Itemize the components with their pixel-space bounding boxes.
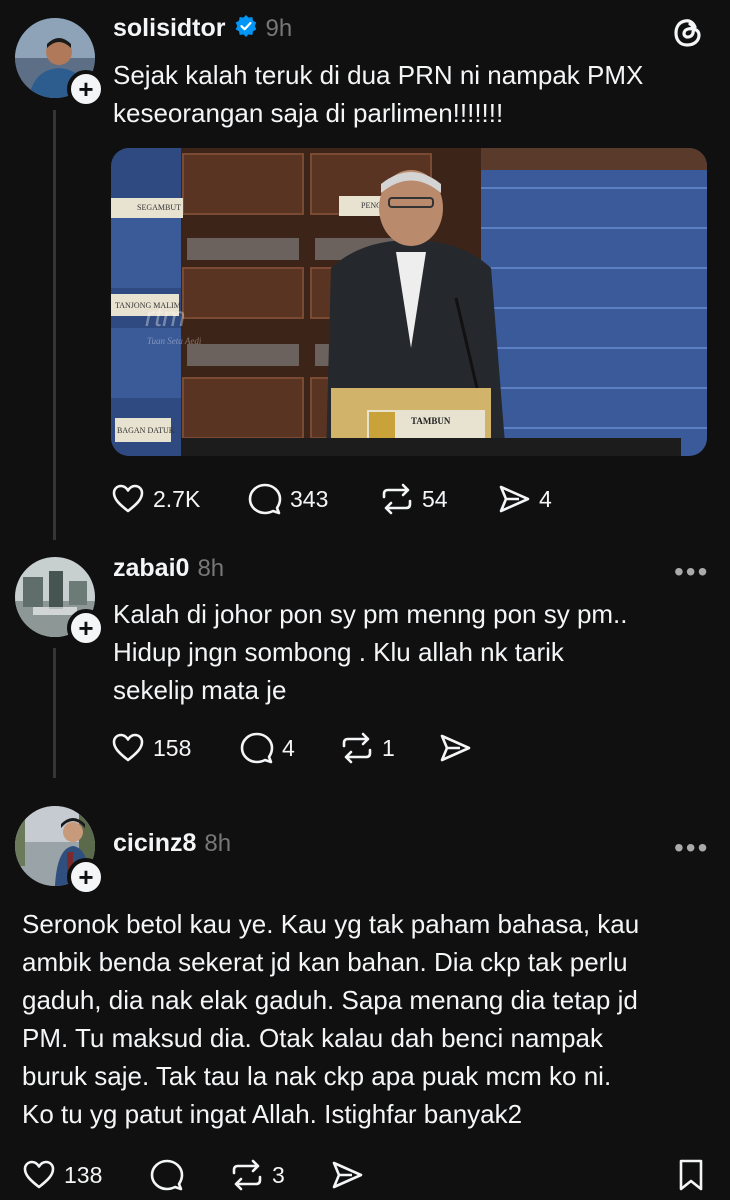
share-icon [440,734,471,762]
thread-line [53,110,56,540]
comment-count: 343 [290,485,329,512]
comment-icon [240,732,274,764]
nameplate-text: BAGAN DATUK [117,426,175,435]
nameplate-text: TAMBUN [411,416,451,426]
share-count: 4 [539,485,552,512]
more-options-button[interactable]: ••• [674,556,709,588]
post-text-line: ambik benda sekerat jd kan bahan. Dia ck… [22,947,628,977]
threads-logo-icon[interactable] [670,14,706,55]
thread-line [53,648,56,778]
post-header: cicinz8 8h [113,829,231,858]
post-text-line: PM. Tu maksud dia. Otak kalau dah benci … [22,1023,603,1053]
follow-plus-button[interactable]: + [67,70,105,108]
watermark-sub-text: Tuan Seta Aedi [147,336,202,346]
comment-icon [150,1159,184,1191]
timestamp: 8h [197,554,225,582]
share-button[interactable] [330,1158,364,1192]
post-text-line: gaduh, dia nak elak gaduh. Sapa menang d… [22,985,638,1015]
repost-icon [382,483,412,515]
nameplate-text: SEGAMBUT [137,203,181,212]
repost-icon [342,732,372,764]
like-count: 138 [64,1161,103,1188]
like-count: 2.7K [153,485,201,512]
post-text-line: Kalah di johor pon sy pm menng pon sy pm… [113,599,628,629]
repost-count: 1 [382,734,395,761]
comment-button[interactable]: 4 [240,731,295,765]
heart-icon [112,733,144,762]
username[interactable]: zabai0 [113,554,189,583]
repost-button[interactable]: 54 [380,482,448,516]
heart-icon [23,1160,55,1189]
comment-count: 4 [282,734,295,761]
comment-button[interactable] [150,1158,184,1192]
repost-count: 54 [422,485,448,512]
post-text: Seronok betol kau ye. Kau yg tak paham b… [22,905,722,1133]
bookmark-button[interactable] [676,1158,706,1192]
like-button[interactable]: 138 [22,1158,102,1192]
repost-button[interactable]: 1 [340,731,395,765]
share-icon [332,1161,363,1189]
post-text-line: Hidup jngn sombong . Klu allah nk tarik [113,637,564,667]
repost-button[interactable]: 3 [230,1158,285,1192]
repost-count: 3 [272,1161,285,1188]
follow-plus-button[interactable]: + [67,858,105,896]
like-count: 158 [153,734,192,761]
share-icon [499,485,530,513]
post-image[interactable]: TANJONG MALIM BAGAN DATUK PENGERANG SEGA… [111,148,707,456]
post-text-line: keseorangan saja di parlimen!!!!!!! [113,98,504,128]
post-text: Kalah di johor pon sy pm menng pon sy pm… [113,595,713,709]
post-text-line: buruk saje. Tak tau la nak ckp apa puak … [22,1061,612,1091]
bookmark-icon [679,1159,703,1191]
post-text-line: sekelip mata je [113,675,287,705]
post-text-line: Ko tu yg patut ingat Allah. Istighfar ba… [22,1099,523,1129]
post-text-line: Sejak kalah teruk di dua PRN ni nampak P… [113,60,644,90]
repost-icon [232,1159,262,1191]
username[interactable]: solisidtor [113,14,226,43]
heart-icon [112,484,144,513]
verified-badge-icon [234,14,258,43]
post-header: solisidtor 9h [113,14,292,43]
timestamp: 9h [265,14,293,42]
post-header: zabai0 8h [113,554,224,583]
comment-button[interactable]: 343 [248,482,328,516]
comment-icon [248,483,282,515]
more-options-button[interactable]: ••• [674,832,709,864]
share-button[interactable]: 4 [497,482,552,516]
timestamp: 8h [204,829,232,857]
watermark-text: rtm [145,301,185,332]
like-button[interactable]: 2.7K [111,482,200,516]
post-text: Sejak kalah teruk di dua PRN ni nampak P… [113,56,713,132]
post-text-line: Seronok betol kau ye. Kau yg tak paham b… [22,909,640,939]
like-button[interactable]: 158 [111,731,191,765]
share-button[interactable] [438,731,472,765]
follow-plus-button[interactable]: + [67,609,105,647]
username[interactable]: cicinz8 [113,829,196,858]
